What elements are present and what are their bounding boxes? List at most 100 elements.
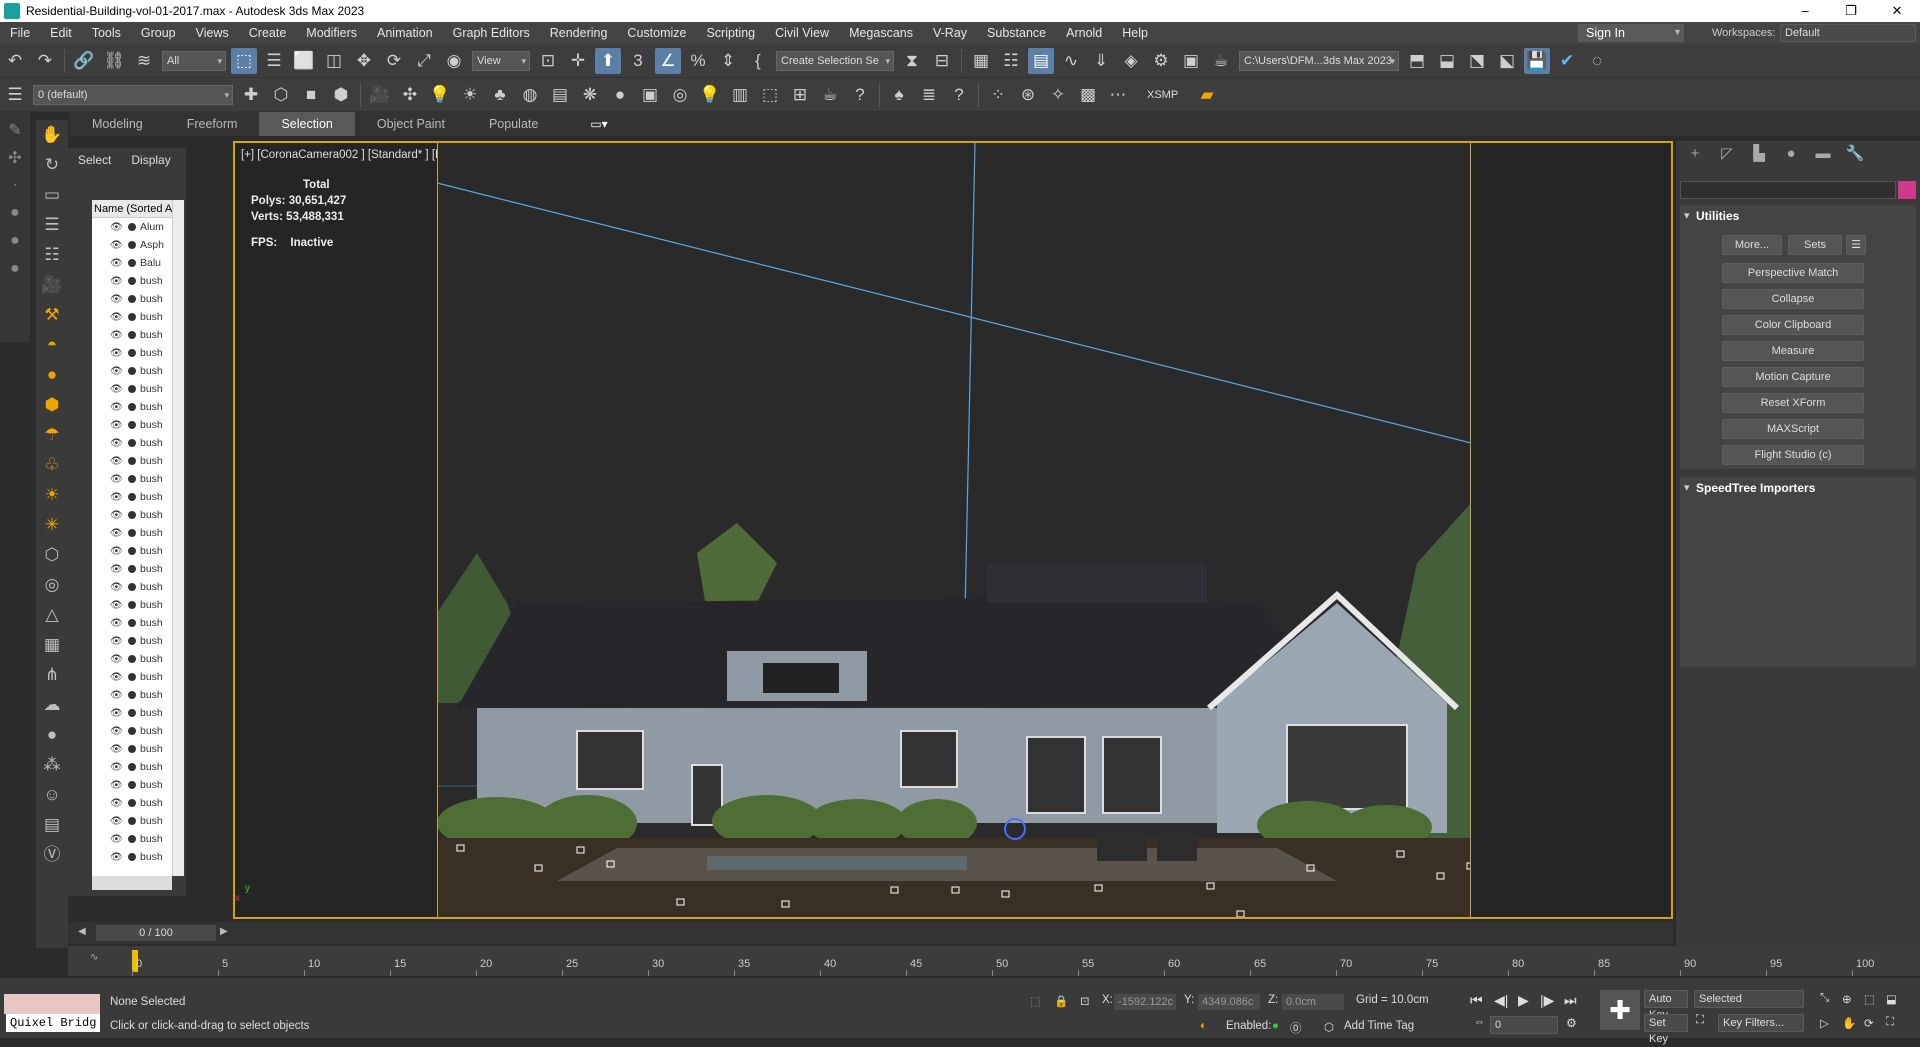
layers-icon[interactable]: ▤	[547, 82, 573, 108]
go-to-start-icon[interactable]: ⏮	[1470, 992, 1483, 1009]
key-mode-toggle-icon[interactable]: ⛶	[1696, 1014, 1704, 1027]
placement-icon[interactable]: ◉	[441, 48, 467, 74]
play-icon[interactable]: ▶	[1518, 992, 1529, 1009]
doc-icon[interactable]: ▤	[40, 813, 64, 837]
utility-button[interactable]: Color Clipboard	[1722, 315, 1864, 335]
stack-icon[interactable]: ☷	[40, 243, 64, 267]
menu-create[interactable]: Create	[239, 22, 297, 44]
menu-customize[interactable]: Customize	[617, 22, 696, 44]
tiles-icon[interactable]: ▦	[40, 633, 64, 657]
frame-counter[interactable]: 0 / 100	[96, 925, 216, 941]
ribbon-toggle-icon[interactable]: ▤	[1028, 47, 1054, 74]
umbrella-icon[interactable]: ☂	[40, 423, 64, 447]
explorer-row[interactable]: 👁 bush	[92, 614, 184, 632]
explorer-row[interactable]: 👁 bush	[92, 578, 184, 596]
menu-tools[interactable]: Tools	[82, 22, 131, 44]
maxscript-listener-field[interactable]	[4, 994, 100, 1014]
teapot-icon[interactable]: ☕	[817, 82, 843, 108]
visibility-eye-icon[interactable]: 👁	[110, 762, 124, 773]
render-dot-icon[interactable]	[128, 601, 136, 609]
explorer-row[interactable]: 👁 bush	[92, 650, 184, 668]
light-icon[interactable]: 💡	[427, 82, 453, 108]
current-frame-field[interactable]: 0	[1490, 1016, 1558, 1034]
render-dot-icon[interactable]	[128, 277, 136, 285]
column-header[interactable]: Name (Sorted Asce	[92, 200, 184, 218]
named-selection-set-select[interactable]: Create Selection Se	[776, 50, 894, 71]
check-icon[interactable]: ✔	[1554, 48, 1580, 74]
shape-icon[interactable]: ♧	[40, 453, 64, 477]
explorer-row[interactable]: 👁 bush	[92, 524, 184, 542]
time-slider[interactable]: ◀ 0 / 100 ▶	[68, 922, 1673, 944]
render-dot-icon[interactable]	[128, 511, 136, 519]
time-config-icon[interactable]: ⚙	[1566, 1016, 1577, 1030]
menu-civil-view[interactable]: Civil View	[765, 22, 839, 44]
prev-frame-arrow-icon[interactable]: ◀	[78, 926, 86, 937]
ghost-icon[interactable]: ☁	[40, 693, 64, 717]
explorer-row[interactable]: 👁 bush	[92, 506, 184, 524]
key-selection-select[interactable]: Selected	[1694, 990, 1804, 1008]
dome-icon[interactable]: ◓	[40, 333, 64, 357]
object-color-swatch[interactable]	[1898, 181, 1916, 199]
xsmp-label[interactable]: XSMP	[1147, 89, 1178, 101]
render-dot-icon[interactable]	[128, 835, 136, 843]
project-folder-select[interactable]: C:\Users\DFM...3ds Max 2023	[1239, 50, 1399, 71]
eraser-icon[interactable]: ▰	[1194, 82, 1220, 108]
rendered-frame-window-icon[interactable]: ▣	[1178, 48, 1204, 74]
visibility-eye-icon[interactable]: 👁	[110, 798, 124, 809]
explorer-horizontal-scrollbar[interactable]	[92, 876, 172, 890]
more-button[interactable]: More...	[1722, 235, 1782, 255]
render-dot-icon[interactable]	[128, 331, 136, 339]
list-icon[interactable]: ≣	[916, 82, 942, 108]
frame-mode-icon[interactable]: ⓪	[1290, 1020, 1302, 1036]
snap-icon[interactable]: ✣	[5, 148, 25, 168]
explorer-row[interactable]: 👁 bush	[92, 398, 184, 416]
sync-icon[interactable]: ◌	[1584, 48, 1610, 74]
dot-icon[interactable]: ·	[5, 176, 25, 196]
render-dot-icon[interactable]	[128, 583, 136, 591]
explorer-row[interactable]: 👁 bush	[92, 632, 184, 650]
explorer-row[interactable]: 👁 bush	[92, 668, 184, 686]
explorer-row[interactable]: 👁 bush	[92, 848, 184, 866]
add-time-tag-button[interactable]: Add Time Tag	[1344, 1020, 1414, 1032]
restore-button[interactable]: ❐	[1828, 0, 1874, 22]
utilities-rollout-header[interactable]: Utilities	[1680, 205, 1916, 227]
rect-selection-region-icon[interactable]: ⬜	[291, 48, 317, 74]
tab-freeform[interactable]: Freeform	[165, 112, 260, 136]
close-button[interactable]: ✕	[1874, 0, 1920, 22]
menu-scripting[interactable]: Scripting	[696, 22, 765, 44]
render-dot-icon[interactable]	[128, 493, 136, 501]
visibility-eye-icon[interactable]: 👁	[110, 726, 124, 737]
visibility-eye-icon[interactable]: 👁	[110, 564, 124, 575]
menu-animation[interactable]: Animation	[367, 22, 443, 44]
render-dot-icon[interactable]	[128, 709, 136, 717]
explorer-row[interactable]: 👁 Alum	[92, 218, 184, 236]
visibility-eye-icon[interactable]: 👁	[110, 240, 124, 251]
go-to-end-icon[interactable]: ⏭	[1564, 992, 1577, 1009]
zoom-icon[interactable]: ⤡	[1820, 992, 1829, 1005]
edit-named-selection-icon[interactable]: {	[745, 48, 771, 74]
scene-explorer-icon[interactable]: ▦	[968, 48, 994, 74]
visibility-eye-icon[interactable]: 👁	[110, 276, 124, 287]
sun-icon[interactable]: ☀	[457, 82, 483, 108]
explorer-row[interactable]: 👁 bush	[92, 308, 184, 326]
visibility-eye-icon[interactable]: 👁	[110, 258, 124, 269]
create-camera-icon[interactable]: 🎥	[367, 82, 393, 108]
explorer-row[interactable]: 👁 bush	[92, 380, 184, 398]
render-dot-icon[interactable]	[128, 259, 136, 267]
question-icon[interactable]: ?	[946, 82, 972, 108]
burst-icon[interactable]: ✳	[40, 513, 64, 537]
menu-group[interactable]: Group	[131, 22, 186, 44]
menu-modifiers[interactable]: Modifiers	[296, 22, 367, 44]
render-dot-icon[interactable]	[128, 475, 136, 483]
pivot-icon[interactable]: ⁘	[985, 82, 1011, 108]
visibility-eye-icon[interactable]: 👁	[110, 546, 124, 557]
dots-icon[interactable]: ⋯	[1105, 82, 1131, 108]
v-logo-icon[interactable]: Ⓥ	[40, 843, 64, 867]
object-name-field[interactable]	[1680, 181, 1896, 199]
circle-icon[interactable]: ●	[5, 260, 25, 280]
adaptive-degradation-icon[interactable]: ◐	[1200, 1020, 1207, 1032]
explorer-row[interactable]: 👁 bush	[92, 470, 184, 488]
cube-icon[interactable]: ⬡	[40, 543, 64, 567]
visibility-eye-icon[interactable]: 👁	[110, 384, 124, 395]
spinner-snap-icon[interactable]: ⇕	[715, 48, 741, 74]
